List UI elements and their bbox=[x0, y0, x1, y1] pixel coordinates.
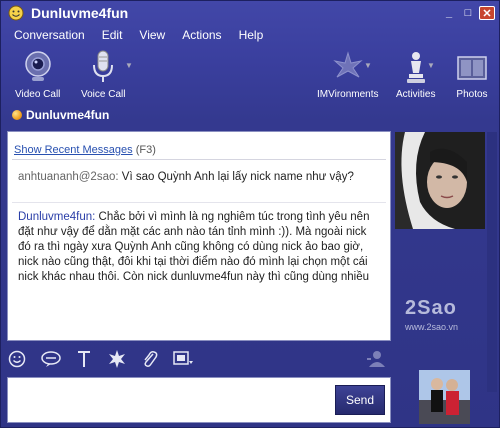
text-format-icon[interactable] bbox=[73, 348, 95, 370]
minimize-button[interactable]: _ bbox=[441, 6, 457, 20]
contact-bar: Dunluvme4fun bbox=[1, 105, 499, 125]
close-button[interactable]: ✕ bbox=[479, 6, 495, 20]
contact-avatar[interactable] bbox=[395, 132, 485, 229]
format-toolbar bbox=[7, 346, 391, 372]
status-icon bbox=[12, 110, 22, 120]
maximize-button[interactable]: □ bbox=[460, 6, 476, 20]
imvironments-dropdown-icon[interactable]: ▼ bbox=[364, 61, 372, 70]
chess-piece-icon bbox=[402, 49, 430, 85]
im-window: Dunluvme4fun _ □ ✕ Conversation Edit Vie… bbox=[0, 0, 500, 428]
attachment-icon[interactable] bbox=[139, 348, 161, 370]
recent-messages-row: Show Recent Messages (F3) bbox=[14, 144, 156, 156]
window-title: Dunluvme4fun bbox=[31, 5, 129, 21]
divider bbox=[12, 202, 386, 203]
leaf-icon bbox=[332, 49, 364, 85]
message-sender: Dunluvme4fun: bbox=[18, 211, 96, 223]
chat-history[interactable]: Show Recent Messages (F3) anhtuananh@2sa… bbox=[7, 131, 391, 341]
recent-shortcut: (F3) bbox=[135, 144, 156, 156]
menu-edit[interactable]: Edit bbox=[102, 28, 123, 42]
watermark-url: www.2sao.vn bbox=[405, 322, 459, 332]
voice-call-dropdown-icon[interactable]: ▼ bbox=[125, 61, 133, 70]
video-call-label: Video Call bbox=[15, 89, 61, 100]
imvironments-label: IMVironments bbox=[317, 89, 379, 100]
photos-button[interactable]: Photos bbox=[456, 49, 488, 100]
menu-help[interactable]: Help bbox=[239, 28, 264, 42]
watermark: 2Sao www.2sao.vn bbox=[405, 297, 458, 332]
imvironments-button[interactable]: IMVironments bbox=[317, 49, 379, 100]
nudge-icon[interactable] bbox=[106, 348, 128, 370]
emoticon-icon[interactable] bbox=[7, 348, 29, 370]
menu-bar: Conversation Edit View Actions Help bbox=[1, 25, 499, 45]
audible-icon[interactable] bbox=[40, 348, 62, 370]
menu-conversation[interactable]: Conversation bbox=[14, 28, 85, 42]
message-input[interactable] bbox=[8, 378, 328, 422]
contact-details-icon[interactable] bbox=[365, 348, 387, 370]
voice-call-label: Voice Call bbox=[81, 89, 126, 100]
imvironment-picker-icon[interactable] bbox=[172, 348, 194, 370]
message-text: Vì sao Quỳnh Anh lại lấy nick name như v… bbox=[118, 171, 354, 183]
voice-call-button[interactable]: Voice Call bbox=[81, 49, 125, 100]
contact-name[interactable]: Dunluvme4fun bbox=[26, 108, 109, 122]
webcam-icon bbox=[21, 49, 55, 85]
divider bbox=[12, 159, 386, 160]
chat-message: Dunluvme4fun: Chắc bởi vì mình là ng ngh… bbox=[18, 210, 380, 326]
show-recent-messages-link[interactable]: Show Recent Messages bbox=[14, 144, 133, 156]
activities-label: Activities bbox=[396, 89, 436, 100]
message-compose-area: Send bbox=[7, 377, 391, 423]
photos-label: Photos bbox=[456, 89, 488, 100]
menu-actions[interactable]: Actions bbox=[182, 28, 221, 42]
microphone-icon bbox=[88, 49, 118, 85]
send-button[interactable]: Send bbox=[335, 385, 385, 415]
my-avatar[interactable] bbox=[419, 370, 470, 424]
side-scrollbar[interactable] bbox=[487, 132, 497, 392]
toolbar: Video Call Voice Call ▼ IMVironments ▼ A… bbox=[1, 47, 499, 103]
activities-dropdown-icon[interactable]: ▼ bbox=[427, 61, 435, 70]
activities-button[interactable]: Activities bbox=[396, 49, 435, 100]
video-call-button[interactable]: Video Call bbox=[15, 49, 60, 100]
photo-icon bbox=[456, 49, 488, 85]
menu-view[interactable]: View bbox=[139, 28, 165, 42]
title-bar[interactable]: Dunluvme4fun _ □ ✕ bbox=[1, 1, 499, 25]
watermark-logo: 2Sao bbox=[405, 297, 457, 319]
messenger-smiley-icon bbox=[7, 4, 25, 22]
chat-message: anhtuananh@2sao: Vì sao Quỳnh Anh lại lấ… bbox=[18, 170, 380, 185]
message-sender: anhtuananh@2sao: bbox=[18, 171, 119, 183]
